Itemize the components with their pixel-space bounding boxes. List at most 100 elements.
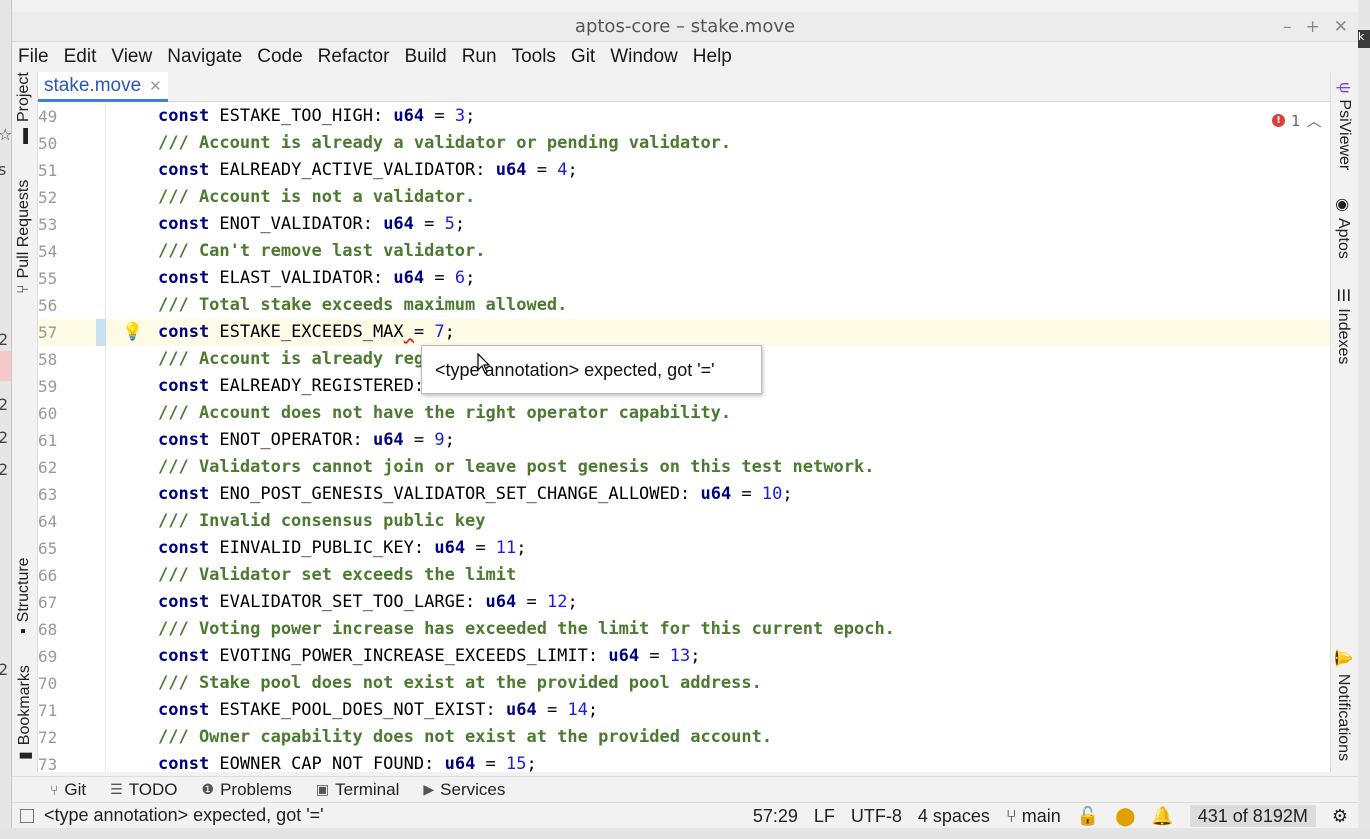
code-line[interactable]: 52 /// Account is not a validator. bbox=[38, 184, 1330, 211]
maximize-icon[interactable]: + bbox=[1306, 12, 1320, 42]
caret-position[interactable]: 57:29 bbox=[753, 806, 798, 827]
code-line[interactable]: 61 const ENOT_OPERATOR: u64 = 9; bbox=[38, 427, 1330, 454]
tool-bookmarks[interactable]: ▮ Bookmarks bbox=[15, 665, 35, 760]
tab-stake-move-label: stake.move bbox=[44, 74, 142, 96]
code-line[interactable]: 55 const ELAST_VALIDATOR: u64 = 6; bbox=[38, 265, 1330, 292]
tool-terminal[interactable]: ▣ Terminal bbox=[316, 780, 399, 800]
minimize-icon[interactable]: – bbox=[1283, 12, 1292, 42]
line-number: 70 bbox=[38, 674, 58, 693]
code-line[interactable]: 64 /// Invalid consensus public key bbox=[38, 508, 1330, 535]
tool-git[interactable]: ⑂ Git bbox=[50, 780, 86, 800]
git-branch-widget[interactable]: ⑂ main bbox=[1006, 806, 1061, 827]
code-text: const ELAST_VALIDATOR: u64 = 6; bbox=[158, 265, 475, 292]
line-number: 54 bbox=[38, 242, 58, 261]
line-separator[interactable]: LF bbox=[814, 806, 835, 827]
menu-run[interactable]: Run bbox=[462, 46, 497, 68]
line-number: 71 bbox=[38, 701, 58, 720]
code-line[interactable]: 70 /// Stake pool does not exist at the p… bbox=[38, 670, 1330, 697]
code-line[interactable]: 73 const EOWNER_CAP_NOT_FOUND: u64 = 15; bbox=[38, 751, 1330, 772]
tool-project[interactable]: ▬ Project bbox=[15, 72, 33, 144]
code-line[interactable]: 50 /// Account is already a validator or … bbox=[38, 130, 1330, 157]
menu-help[interactable]: Help bbox=[693, 46, 732, 68]
code-line[interactable]: 60 /// Account does not have the right op… bbox=[38, 400, 1330, 427]
close-icon[interactable]: ✕ bbox=[1334, 12, 1348, 42]
chevron-up-icon[interactable]: ︿ bbox=[1307, 110, 1322, 131]
code-token: = bbox=[403, 430, 435, 450]
line-number: 55 bbox=[38, 269, 58, 288]
line-number: 65 bbox=[38, 539, 58, 558]
tool-services[interactable]: ▶ Services bbox=[423, 780, 505, 800]
tool-project-label: Project bbox=[15, 72, 32, 122]
menu-view[interactable]: View bbox=[111, 46, 152, 68]
tool-todo[interactable]: ☰ TODO bbox=[110, 780, 177, 800]
code-token: ESTAKE_EXCEEDS_MAX bbox=[219, 322, 404, 342]
menu-refactor[interactable]: Refactor bbox=[318, 46, 390, 68]
code-text: /// Validators cannot join or leave post… bbox=[158, 454, 874, 481]
code-line[interactable]: 68 /// Voting power increase has exceeded… bbox=[38, 616, 1330, 643]
editor-tabs: stake.move ✕ bbox=[38, 72, 1330, 102]
code-line[interactable]: 49 const ESTAKE_TOO_HIGH: u64 = 3; bbox=[38, 103, 1330, 130]
tool-aptos[interactable]: ◉ Aptos bbox=[1333, 198, 1353, 259]
inspection-widget[interactable]: ! 1 ︿ bbox=[1272, 110, 1322, 131]
code-token: 3 bbox=[454, 106, 466, 126]
menu-code[interactable]: Code bbox=[257, 46, 302, 68]
code-line[interactable]: 51 const EALREADY_ACTIVE_VALIDATOR: u64 =… bbox=[38, 157, 1330, 184]
code-token: 4 bbox=[557, 160, 568, 180]
code-token: const bbox=[158, 376, 220, 396]
menu-navigate[interactable]: Navigate bbox=[167, 46, 242, 68]
lightbulb-icon[interactable]: 💡 bbox=[122, 319, 143, 346]
file-encoding[interactable]: UTF-8 bbox=[851, 806, 902, 827]
tool-structure[interactable]: ▪ Structure bbox=[15, 557, 33, 634]
code-token: = bbox=[475, 754, 507, 772]
code-text: /// Account is not a validator. bbox=[158, 184, 475, 211]
notification-bell-icon[interactable]: 🔔 bbox=[1151, 806, 1173, 827]
code-token: ; bbox=[454, 214, 466, 234]
tool-terminal-label: Terminal bbox=[335, 779, 400, 799]
line-number: 67 bbox=[38, 593, 58, 612]
tool-pull-requests[interactable]: ⑂ Pull Requests bbox=[15, 180, 33, 294]
tool-indexes[interactable]: ☰ Indexes bbox=[1333, 288, 1353, 364]
tab-close-icon[interactable]: ✕ bbox=[149, 77, 162, 95]
code-line[interactable]: 67 const EVALIDATOR_SET_TOO_LARGE: u64 = … bbox=[38, 589, 1330, 616]
code-token: 12 bbox=[546, 592, 568, 612]
menu-build[interactable]: Build bbox=[404, 46, 446, 68]
code-line[interactable]: 62 /// Validators cannot join or leave po… bbox=[38, 454, 1330, 481]
code-line[interactable]: 53 const ENOT_VALIDATOR: u64 = 5; bbox=[38, 211, 1330, 238]
menu-file[interactable]: File bbox=[18, 46, 49, 68]
code-line[interactable]: 72 /// Owner capability does not exist at… bbox=[38, 724, 1330, 751]
code-token: = bbox=[516, 592, 547, 612]
code-line[interactable]: 71 const ESTAKE_POOL_DOES_NOT_EXIST: u64 … bbox=[38, 697, 1330, 724]
update-icon[interactable]: ⬤ bbox=[1115, 806, 1135, 827]
code-line[interactable]: 65 const EINVALID_PUBLIC_KEY: u64 = 11; bbox=[38, 535, 1330, 562]
code-line[interactable]: 56 /// Total stake exceeds maximum allowe… bbox=[38, 292, 1330, 319]
tool-notifications[interactable]: 🔔 Notifications bbox=[1333, 648, 1353, 761]
git-branch-icon: ⑂ bbox=[50, 781, 59, 798]
code-line[interactable]: 69 const EVOTING_POWER_INCREASE_EXCEEDS_L… bbox=[38, 643, 1330, 670]
panel-toggle-icon[interactable] bbox=[20, 808, 34, 823]
code-editor[interactable]: 49 const ESTAKE_TOO_HIGH: u64 = 3; 50/// A… bbox=[38, 102, 1330, 772]
settings-gear-icon[interactable]: ⚙ bbox=[1332, 806, 1348, 827]
tab-stake-move[interactable]: stake.move ✕ bbox=[38, 72, 168, 102]
folder-icon: ▬ bbox=[15, 128, 32, 144]
code-text: const EOWNER_CAP_NOT_FOUND: u64 = 15; bbox=[158, 751, 537, 772]
indent-setting[interactable]: 4 spaces bbox=[918, 806, 990, 827]
lock-icon[interactable]: 🔓 bbox=[1077, 806, 1099, 827]
code-line[interactable]: 63 const ENO_POST_GENESIS_VALIDATOR_SET_C… bbox=[38, 481, 1330, 508]
code-line[interactable]: 💡 57 const ESTAKE_EXCEEDS_MAX = 7; bbox=[38, 319, 1330, 346]
line-number: 64 bbox=[38, 512, 58, 531]
status-message-text: <type annotation> expected, got '=' bbox=[44, 805, 324, 825]
code-token: /// Account is already a validator or pe… bbox=[158, 133, 732, 153]
tool-pull-requests-label: Pull Requests bbox=[15, 179, 32, 279]
menu-tools[interactable]: Tools bbox=[512, 46, 556, 68]
memory-indicator[interactable]: 431 of 8192M bbox=[1189, 805, 1316, 827]
code-token: = bbox=[424, 106, 455, 126]
tool-psiviewer[interactable]: ψ PsiViewer bbox=[1335, 82, 1353, 170]
menu-git[interactable]: Git bbox=[571, 46, 595, 68]
code-line[interactable]: 66 /// Validator set exceeds the limit bbox=[38, 562, 1330, 589]
tool-problems[interactable]: ❶ Problems bbox=[202, 780, 292, 800]
code-line[interactable]: 54 /// Can't remove last validator. bbox=[38, 238, 1330, 265]
code-token: 7 bbox=[434, 322, 445, 342]
menu-edit[interactable]: Edit bbox=[64, 46, 97, 68]
code-token: = bbox=[465, 538, 496, 558]
menu-window[interactable]: Window bbox=[610, 46, 678, 68]
